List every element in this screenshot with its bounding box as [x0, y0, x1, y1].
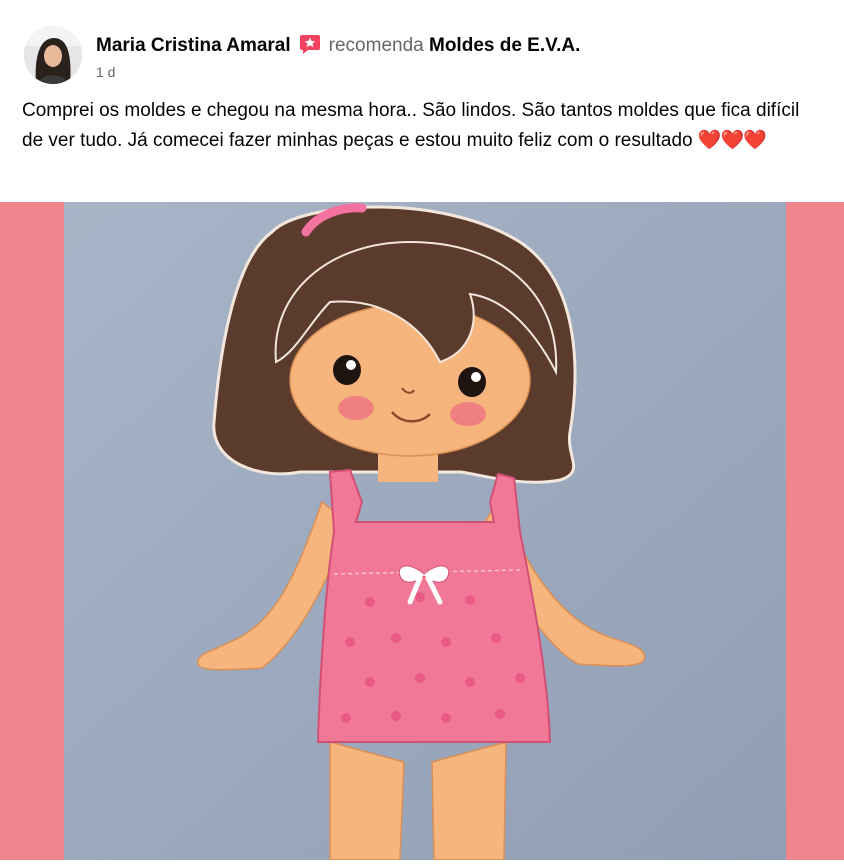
post-header: Maria Cristina Amaral recomenda Moldes d…	[96, 34, 580, 58]
doll-photo-image	[0, 202, 844, 861]
avatar-image	[24, 26, 82, 84]
post-card: Maria Cristina Amaral recomenda Moldes d…	[0, 0, 844, 861]
recommend-star-icon	[299, 34, 321, 55]
author-avatar[interactable]	[24, 26, 82, 84]
recommends-label: recomenda	[328, 35, 424, 56]
post-body: Comprei os moldes e chegou na mesma hora…	[22, 100, 800, 151]
heart-emojis: ❤️❤️❤️	[697, 130, 767, 151]
page-name-link[interactable]: Moldes de E.V.A.	[429, 35, 580, 56]
post-timestamp[interactable]: 1 d	[96, 64, 115, 80]
post-text: Comprei os moldes e chegou na mesma hora…	[22, 96, 822, 156]
author-name[interactable]: Maria Cristina Amaral	[96, 35, 291, 56]
post-photo[interactable]	[0, 202, 844, 861]
